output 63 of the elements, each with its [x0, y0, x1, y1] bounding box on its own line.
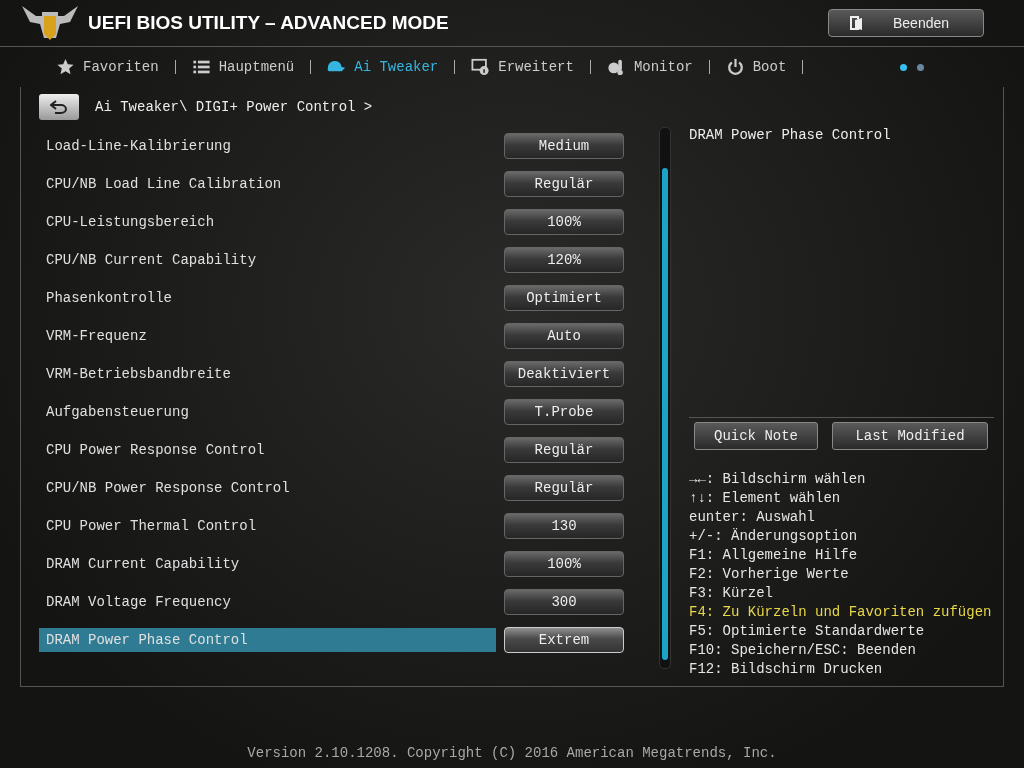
setting-value-button[interactable]: Optimiert — [504, 285, 624, 311]
back-arrow-icon — [50, 100, 68, 114]
setting-value-button[interactable]: Regulär — [504, 475, 624, 501]
key-hint: F5: Optimierte Standardwerte — [689, 622, 926, 641]
setting-label[interactable]: CPU/NB Load Line Calibration — [39, 172, 496, 196]
setting-value-button[interactable]: Auto — [504, 323, 624, 349]
quick-note-button[interactable]: Quick Note — [694, 422, 818, 450]
setting-label[interactable]: CPU Power Thermal Control — [39, 514, 496, 538]
setting-value-button[interactable]: 300 — [504, 589, 624, 615]
screen-info-icon — [471, 58, 491, 76]
setting-value-button[interactable]: Deaktiviert — [504, 361, 624, 387]
list-icon — [191, 58, 211, 76]
setting-label[interactable]: DRAM Voltage Frequency — [39, 590, 496, 614]
setting-value-button[interactable]: 100% — [504, 551, 624, 577]
last-modified-button[interactable]: Last Modified — [832, 422, 988, 450]
setting-value-button[interactable]: T.Probe — [504, 399, 624, 425]
menu-tab[interactable]: Monitor — [606, 58, 693, 76]
setting-label[interactable]: Load-Line-Kalibrierung — [39, 134, 496, 158]
setting-value-button[interactable]: Regulär — [504, 171, 624, 197]
back-button[interactable] — [39, 94, 79, 120]
setting-value-button[interactable]: Extrem — [504, 627, 624, 653]
thermometer-icon — [606, 58, 626, 76]
key-hint: +/-: Änderungsoption — [689, 527, 859, 546]
setting-value-button[interactable]: 130 — [504, 513, 624, 539]
key-hint: F1: Allgemeine Hilfe — [689, 546, 859, 565]
setting-value-button[interactable]: 120% — [504, 247, 624, 273]
version-text: Version 2.10.1208. Copyright (C) 2016 American Megatrends, Inc. — [247, 745, 777, 761]
key-hint: F4: Zu Kürzeln und Favoriten zufügen — [689, 603, 993, 622]
setting-label[interactable]: CPU/NB Power Response Control — [39, 476, 496, 500]
help-title: DRAM Power Phase Control — [689, 127, 892, 143]
menu-tab[interactable]: Ai Tweaker — [327, 58, 439, 76]
exit-icon — [849, 15, 863, 31]
menu-tab[interactable]: Hauptmenü — [191, 58, 295, 76]
key-hint: F12: Bildschirm Drucken — [689, 660, 884, 679]
key-hint: F10: Speichern/ESC: Beenden — [689, 641, 917, 660]
setting-label[interactable]: CPU-Leistungsbereich — [39, 210, 496, 234]
setting-label[interactable]: CPU Power Response Control — [39, 438, 496, 462]
setting-value-button[interactable]: 100% — [504, 209, 624, 235]
page-dot[interactable] — [900, 63, 907, 71]
menu-tab[interactable]: Boot — [725, 58, 787, 76]
setting-value-button[interactable]: Regulär — [504, 437, 624, 463]
key-hint: F2: Vorherige Werte — [689, 565, 850, 584]
power-icon — [725, 58, 745, 76]
key-hint: ↑↓: Element wählen — [689, 489, 842, 508]
breadcrumb: Ai Tweaker\ DIGI+ Power Control > — [95, 99, 373, 115]
page-dot[interactable] — [917, 63, 924, 71]
menu-tab[interactable]: Erweitert — [471, 58, 574, 76]
key-hint: →←: Bildschirm wählen — [689, 470, 867, 489]
scrollbar[interactable] — [659, 127, 671, 669]
exit-button[interactable]: Beenden — [828, 9, 984, 37]
setting-label[interactable]: CPU/NB Current Capability — [39, 248, 496, 272]
menu-tab[interactable]: Favoriten — [56, 58, 159, 76]
window-title: UEFI BIOS UTILITY – ADVANCED MODE — [88, 12, 449, 34]
setting-label[interactable]: Phasenkontrolle — [39, 286, 496, 310]
setting-label[interactable]: VRM-Betriebsbandbreite — [39, 362, 496, 386]
setting-label[interactable]: DRAM Current Capability — [39, 552, 496, 576]
key-hint: F3: Kürzel — [689, 584, 774, 603]
setting-label[interactable]: VRM-Frequenz — [39, 324, 496, 348]
setting-value-button[interactable]: Medium — [504, 133, 624, 159]
setting-label[interactable]: Aufgabensteuerung — [39, 400, 496, 424]
key-hint: eunter: Auswahl — [689, 508, 817, 527]
star-icon — [56, 58, 75, 76]
setting-label[interactable]: DRAM Power Phase Control — [39, 628, 496, 652]
